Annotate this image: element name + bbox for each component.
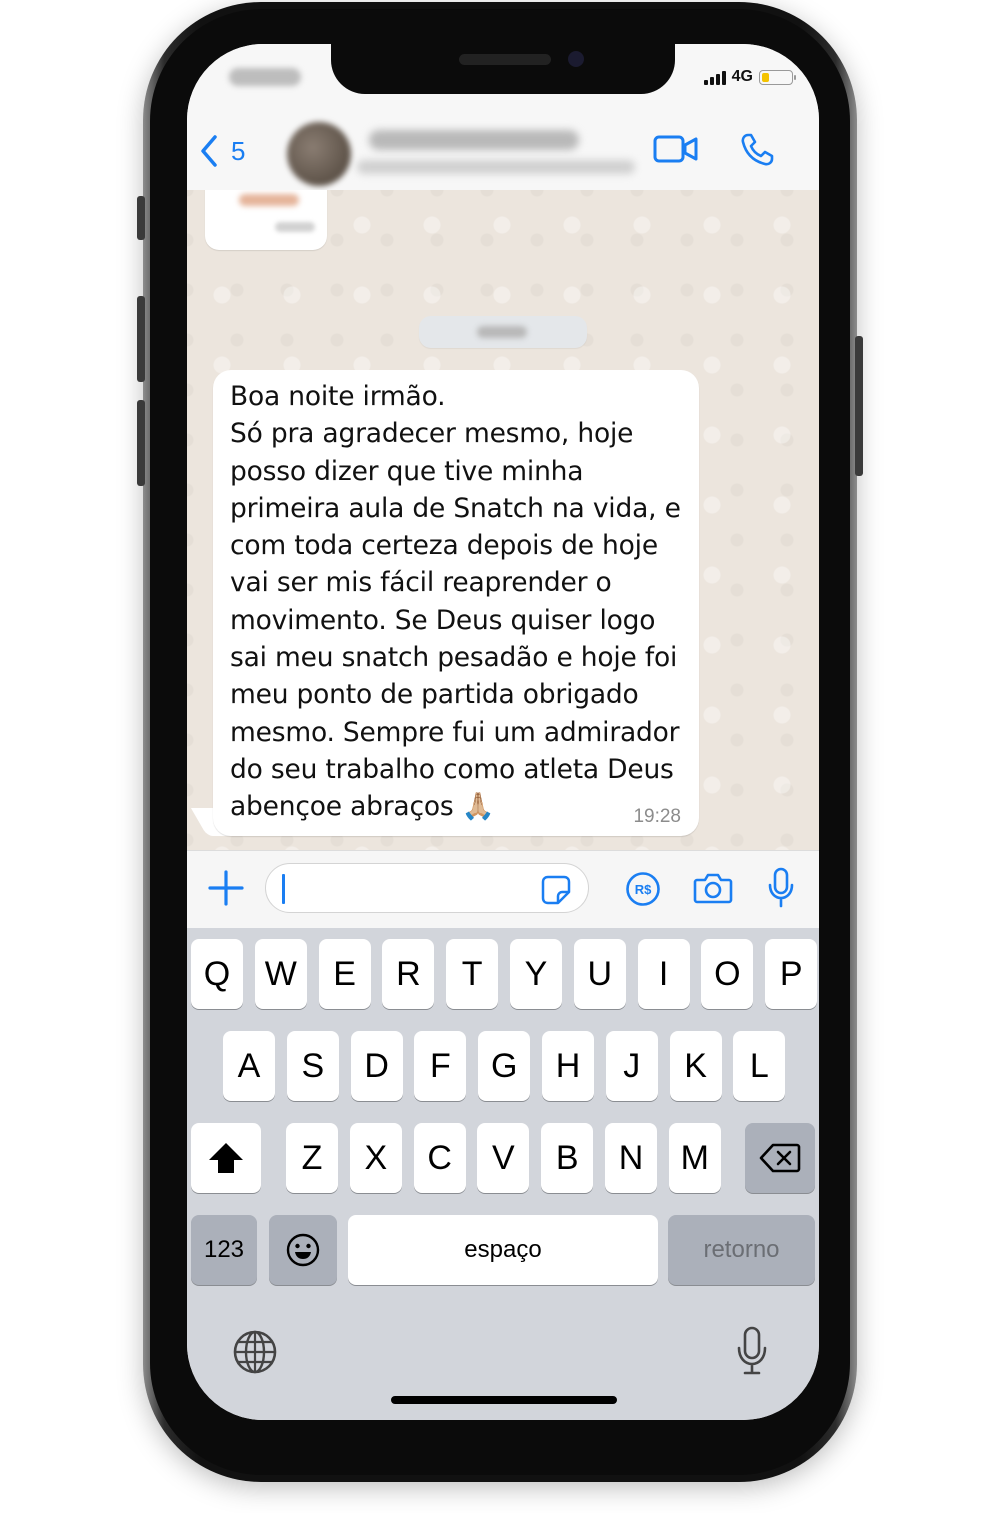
back-button[interactable]: 5	[199, 134, 245, 168]
chat-area[interactable]: Boa noite irmão. Só pra agradecer mesmo,…	[187, 190, 819, 850]
message-text: Boa noite irmão. Só pra agradecer mesmo,…	[230, 381, 681, 823]
previous-message-blurred	[239, 194, 299, 206]
key-r[interactable]: R	[382, 939, 435, 1009]
message-bubble[interactable]: Boa noite irmão. Só pra agradecer mesmo,…	[213, 370, 699, 836]
date-separator	[419, 316, 587, 348]
video-call-icon	[653, 135, 698, 163]
back-chevron-icon	[201, 135, 217, 167]
globe-icon	[233, 1330, 277, 1374]
key-t[interactable]: T	[446, 939, 499, 1009]
key-k[interactable]: K	[669, 1031, 722, 1101]
camera-button[interactable]	[693, 871, 733, 910]
key-y[interactable]: Y	[510, 939, 562, 1009]
status-time-blurred	[229, 68, 301, 86]
key-u[interactable]: U	[573, 939, 626, 1009]
emoji-key[interactable]	[269, 1215, 337, 1285]
notch	[331, 44, 675, 94]
text-cursor	[282, 874, 285, 904]
attach-button[interactable]	[207, 869, 245, 912]
mute-switch	[137, 196, 145, 240]
key-g[interactable]: G	[478, 1031, 531, 1101]
battery-icon	[759, 69, 796, 85]
key-c[interactable]: C	[413, 1123, 466, 1193]
network-type: 4G	[731, 68, 753, 85]
status-indicators: 4G	[703, 68, 796, 86]
globe-button[interactable]	[231, 1328, 279, 1381]
space-key[interactable]: espaço	[348, 1215, 658, 1285]
payment-icon: R$	[626, 872, 660, 906]
key-b[interactable]: B	[541, 1123, 594, 1193]
svg-text:R$: R$	[635, 882, 652, 897]
plus-icon	[208, 870, 244, 906]
message-input[interactable]	[265, 863, 589, 913]
video-call-button[interactable]	[653, 134, 699, 169]
key-l[interactable]: L	[733, 1031, 786, 1101]
backspace-key[interactable]	[745, 1123, 815, 1193]
camera-icon	[693, 873, 733, 904]
message-time: 19:28	[633, 806, 681, 827]
power-button	[855, 336, 863, 476]
front-camera	[568, 51, 584, 67]
signal-icon	[703, 70, 726, 85]
previous-time-blurred	[275, 222, 315, 232]
numbers-key[interactable]: 123	[191, 1215, 257, 1285]
previous-message-bubble[interactable]	[205, 190, 327, 250]
home-indicator[interactable]	[391, 1396, 617, 1404]
key-e[interactable]: E	[318, 939, 371, 1009]
voice-message-button[interactable]	[767, 867, 795, 914]
sticker-button[interactable]	[540, 874, 572, 911]
payment-button[interactable]: R$	[625, 871, 661, 912]
key-w[interactable]: W	[254, 939, 307, 1009]
key-z[interactable]: Z	[286, 1123, 338, 1193]
shift-icon	[209, 1143, 243, 1173]
volume-down-button	[137, 400, 145, 486]
dictation-icon	[737, 1326, 767, 1375]
unread-count: 5	[231, 135, 246, 166]
voice-call-button[interactable]	[739, 132, 775, 173]
key-a[interactable]: A	[223, 1031, 275, 1101]
shift-key[interactable]	[191, 1123, 261, 1193]
key-h[interactable]: H	[542, 1031, 594, 1101]
key-f[interactable]: F	[414, 1031, 467, 1101]
contact-status-blurred	[357, 160, 635, 174]
key-d[interactable]: D	[350, 1031, 403, 1101]
key-v[interactable]: V	[477, 1123, 530, 1193]
phone-screen: 4G 5 Boa noite irmão. Só pra agradecer m…	[187, 44, 819, 1420]
key-x[interactable]: X	[349, 1123, 402, 1193]
sticker-icon	[541, 875, 571, 905]
key-n[interactable]: N	[605, 1123, 657, 1193]
key-m[interactable]: M	[668, 1123, 721, 1193]
date-blurred	[477, 326, 527, 338]
contact-avatar[interactable]	[287, 122, 351, 186]
backspace-icon	[759, 1143, 801, 1173]
return-key[interactable]: retorno	[668, 1215, 815, 1285]
key-s[interactable]: S	[286, 1031, 339, 1101]
key-p[interactable]: P	[765, 939, 818, 1009]
message-input-bar: R$	[187, 850, 819, 929]
contact-name-blurred[interactable]	[369, 130, 579, 150]
key-q[interactable]: Q	[191, 939, 243, 1009]
dictation-button[interactable]	[735, 1326, 769, 1381]
phone-call-icon	[741, 133, 774, 166]
key-j[interactable]: J	[605, 1031, 658, 1101]
microphone-icon	[768, 867, 794, 908]
key-i[interactable]: I	[637, 939, 690, 1009]
earpiece	[459, 54, 551, 65]
volume-up-button	[137, 296, 145, 382]
emoji-icon	[286, 1233, 320, 1267]
key-o[interactable]: O	[701, 939, 754, 1009]
